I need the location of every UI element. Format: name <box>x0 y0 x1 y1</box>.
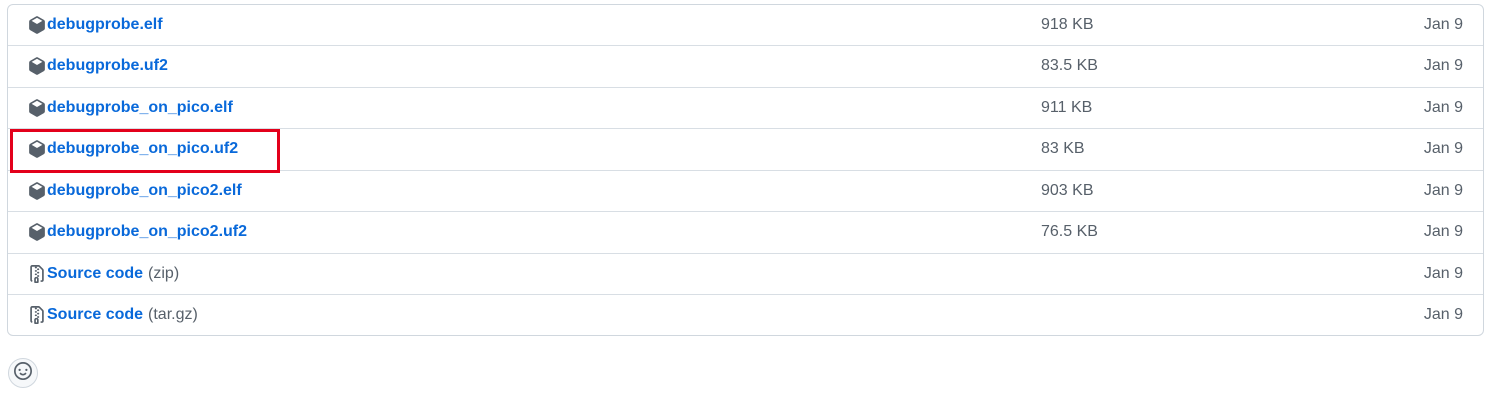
asset-format: (tar.gz) <box>148 306 198 324</box>
package-icon <box>28 16 46 34</box>
asset-row: Source code (tar.gz) Jan 9 <box>8 294 1483 335</box>
asset-date: Jan 9 <box>1423 306 1463 324</box>
asset-row: debugprobe_on_pico.uf2 83 KB Jan 9 <box>8 128 1483 170</box>
asset-name[interactable]: debugprobe_on_pico2.elf <box>47 182 242 200</box>
asset-date: Jan 9 <box>1423 16 1463 33</box>
asset-date: Jan 9 <box>1423 264 1463 282</box>
asset-name[interactable]: Source code <box>47 265 143 283</box>
asset-link[interactable]: debugprobe.elf <box>28 5 163 45</box>
asset-name[interactable]: Source code <box>47 306 143 324</box>
asset-row: debugprobe.uf2 83.5 KB Jan 9 <box>8 45 1483 87</box>
file-zip-icon <box>28 306 46 325</box>
asset-date: Jan 9 <box>1423 223 1463 241</box>
asset-name[interactable]: debugprobe.uf2 <box>47 57 168 75</box>
asset-link[interactable]: debugprobe.uf2 <box>28 46 168 87</box>
asset-row: debugprobe_on_pico.elf 911 KB Jan 9 <box>8 86 1483 129</box>
asset-row: debugprobe_on_pico2.elf 903 KB Jan 9 <box>8 169 1483 212</box>
smiley-icon <box>14 361 32 385</box>
add-reaction-button[interactable] <box>8 358 38 388</box>
release-assets-list: debugprobe.elf 918 KB Jan 9 debugprobe.u… <box>7 4 1484 336</box>
asset-size: 911 KB <box>1041 98 1093 116</box>
asset-name[interactable]: debugprobe.elf <box>47 16 163 34</box>
asset-name[interactable]: debugprobe_on_pico.uf2 <box>47 140 238 158</box>
package-icon <box>28 140 46 159</box>
package-icon <box>28 57 46 76</box>
asset-size: 76.5 KB <box>1041 223 1098 241</box>
asset-date: Jan 9 <box>1423 181 1463 199</box>
asset-date: Jan 9 <box>1423 140 1463 158</box>
asset-link[interactable]: Source code (tar.gz) <box>28 295 198 335</box>
asset-row: Source code (zip) Jan 9 <box>8 252 1483 295</box>
asset-row: debugprobe_on_pico2.uf2 76.5 KB Jan 9 <box>8 211 1483 253</box>
package-icon <box>28 223 46 242</box>
asset-size: 918 KB <box>1041 16 1094 33</box>
asset-link[interactable]: Source code (zip) <box>28 254 179 295</box>
package-icon <box>28 98 46 117</box>
asset-format: (zip) <box>148 264 180 282</box>
asset-name[interactable]: debugprobe_on_pico2.uf2 <box>47 223 247 241</box>
asset-link[interactable]: debugprobe_on_pico2.uf2 <box>28 212 247 253</box>
asset-link[interactable]: debugprobe_on_pico.uf2 <box>28 129 238 170</box>
file-zip-icon <box>28 264 46 283</box>
asset-link[interactable]: debugprobe_on_pico.elf <box>28 88 233 129</box>
asset-size: 83 KB <box>1041 140 1085 158</box>
asset-link[interactable]: debugprobe_on_pico2.elf <box>28 171 242 212</box>
package-icon <box>28 181 46 200</box>
asset-row: debugprobe.elf 918 KB Jan 9 <box>8 5 1483 45</box>
asset-size: 83.5 KB <box>1041 57 1098 75</box>
asset-date: Jan 9 <box>1423 57 1463 75</box>
asset-date: Jan 9 <box>1423 98 1463 116</box>
asset-size: 903 KB <box>1041 181 1094 199</box>
asset-name[interactable]: debugprobe_on_pico.elf <box>47 99 233 117</box>
